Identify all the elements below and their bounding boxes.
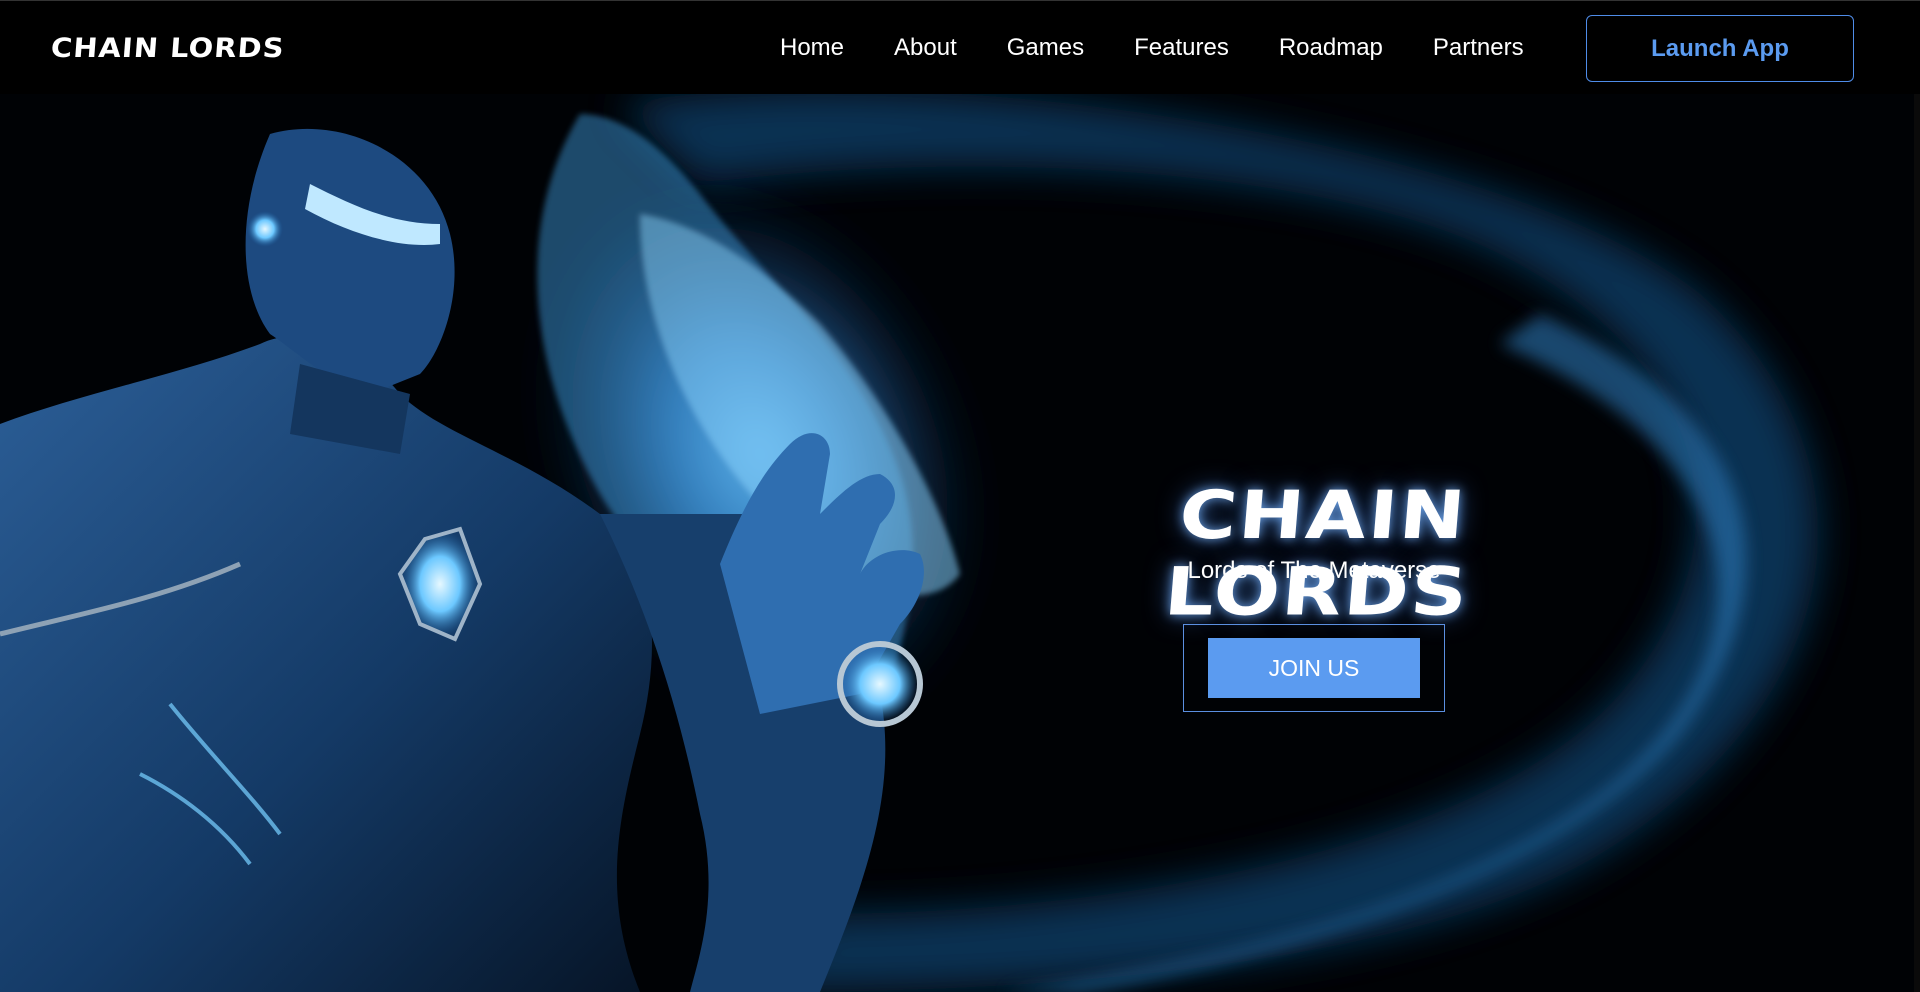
site-logo[interactable]: CHAIN LORDS [50, 32, 286, 63]
hero-subtitle: Lords of The Metaverse [1187, 557, 1441, 584]
launch-app-button[interactable]: Launch App [1586, 15, 1854, 82]
nav-link-features[interactable]: Features [1134, 31, 1229, 65]
hero-title: CHAIN LORDS [1161, 477, 1473, 631]
nav-link-partners[interactable]: Partners [1433, 31, 1524, 65]
page-scrollbar[interactable] [1914, 0, 1920, 992]
nav-link-about[interactable]: About [894, 31, 957, 65]
top-navbar: CHAIN LORDS Home About Games Features Ro… [0, 0, 1920, 94]
nav-link-roadmap[interactable]: Roadmap [1279, 31, 1383, 65]
hero-section: CHAIN LORDS Lords of The Metaverse JOIN … [0, 94, 1920, 992]
join-us-frame: JOIN US [1183, 624, 1445, 712]
landing-page: CHAIN LORDS Home About Games Features Ro… [0, 0, 1920, 992]
join-us-button[interactable]: JOIN US [1208, 638, 1420, 698]
nav-link-home[interactable]: Home [780, 31, 844, 65]
nav-link-games[interactable]: Games [1007, 31, 1084, 65]
main-nav: Home About Games Features Roadmap Partne… [780, 31, 1524, 65]
hero-artwork [0, 94, 1920, 992]
